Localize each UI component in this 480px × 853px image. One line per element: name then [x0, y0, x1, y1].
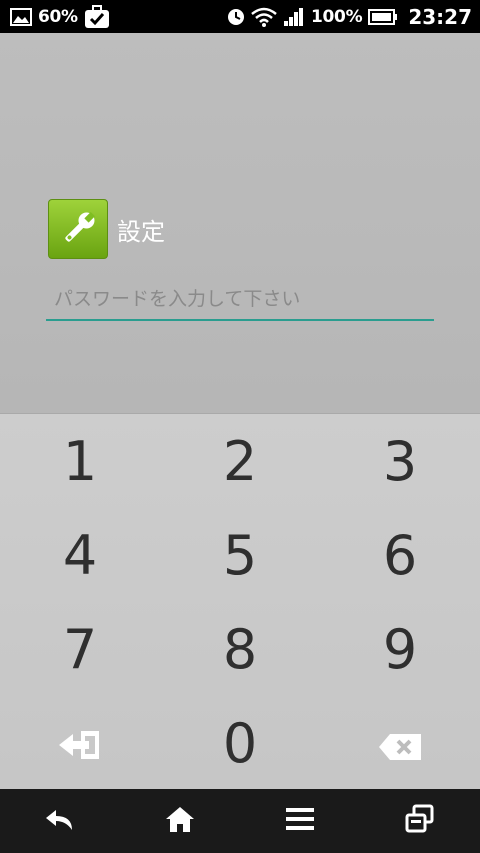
- recent-apps-button[interactable]: [360, 789, 480, 853]
- enter-button[interactable]: [0, 696, 160, 790]
- battery-small-text: 60%: [38, 6, 78, 27]
- key-5[interactable]: 5: [160, 508, 320, 602]
- briefcase-check-icon: [84, 4, 110, 30]
- key-label: 3: [382, 429, 418, 493]
- back-button[interactable]: [0, 789, 120, 853]
- key-7[interactable]: 7: [0, 602, 160, 696]
- image-icon: [10, 7, 32, 27]
- key-3[interactable]: 3: [320, 414, 480, 508]
- key-label: 2: [222, 429, 258, 493]
- key-8[interactable]: 8: [160, 602, 320, 696]
- dialog-title: 設定: [117, 217, 165, 246]
- enter-icon: [57, 712, 103, 775]
- clock-time: 23:27: [408, 4, 472, 29]
- battery-percent-text: 100%: [311, 6, 363, 27]
- key-6[interactable]: 6: [320, 508, 480, 602]
- key-label: 7: [62, 617, 98, 681]
- backspace-button[interactable]: [320, 696, 480, 790]
- key-4[interactable]: 4: [0, 508, 160, 602]
- status-bar: 60% 100% 23:27: [0, 0, 480, 33]
- password-input[interactable]: [54, 288, 434, 310]
- key-9[interactable]: 9: [320, 602, 480, 696]
- numeric-keypad: 1 2 3 4 5 6 7 8 9 0: [0, 413, 480, 789]
- home-button[interactable]: [120, 789, 240, 853]
- key-label: 5: [222, 523, 258, 587]
- backspace-icon: [377, 712, 423, 775]
- status-bar-right: 100% 23:27: [227, 5, 472, 29]
- key-label: 8: [222, 617, 258, 681]
- alarm-icon: [227, 8, 245, 26]
- signal-icon: [283, 7, 305, 27]
- key-label: 1: [62, 429, 98, 493]
- key-label: 0: [222, 711, 258, 775]
- battery-icon: [368, 8, 398, 26]
- wrench-icon: [48, 199, 108, 259]
- status-bar-left: 60%: [10, 4, 110, 30]
- key-label: 4: [62, 523, 98, 587]
- password-field[interactable]: [46, 279, 434, 321]
- key-label: 6: [382, 523, 418, 587]
- dialog-area: 設定: [0, 33, 480, 413]
- navigation-bar: [0, 789, 480, 853]
- menu-button[interactable]: [240, 789, 360, 853]
- home-icon: [165, 805, 195, 837]
- wifi-icon: [251, 7, 277, 27]
- dialog-title-row: 設定: [48, 199, 165, 259]
- key-0[interactable]: 0: [160, 696, 320, 790]
- back-icon: [44, 806, 76, 836]
- key-1[interactable]: 1: [0, 414, 160, 508]
- key-2[interactable]: 2: [160, 414, 320, 508]
- recent-apps-icon: [405, 804, 435, 838]
- menu-icon: [285, 806, 315, 836]
- key-label: 9: [382, 617, 418, 681]
